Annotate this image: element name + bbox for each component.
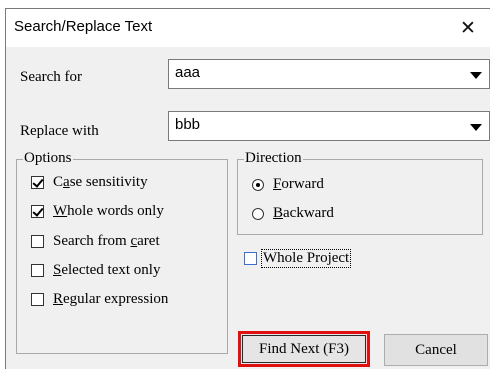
cancel-label: Cancel xyxy=(415,341,457,358)
replace-with-label: Replace with xyxy=(20,123,99,139)
checkbox-icon[interactable] xyxy=(31,264,44,277)
option-case-sensitivity[interactable]: Case sensitivity xyxy=(31,174,148,191)
cancel-button[interactable]: Cancel xyxy=(384,334,488,366)
options-legend: Options xyxy=(23,150,73,167)
direction-forward-label: Forward xyxy=(273,176,324,192)
checkbox-checked-icon[interactable] xyxy=(31,205,44,218)
checkbox-icon[interactable] xyxy=(244,252,257,265)
search-for-combobox[interactable]: aaa xyxy=(168,59,490,89)
direction-backward[interactable]: Backward xyxy=(252,205,334,222)
option-label: Selected text only xyxy=(53,262,161,278)
background-window-strip xyxy=(0,0,490,8)
replace-with-combobox[interactable]: bbb xyxy=(168,111,490,141)
title-bar: Search/Replace Text ✕ xyxy=(6,9,490,47)
find-next-button[interactable]: Find Next (F3) xyxy=(238,331,370,367)
option-label: Regular expression xyxy=(53,291,169,307)
direction-group: Direction xyxy=(237,150,483,235)
option-whole-words-only[interactable]: Whole words only xyxy=(31,203,164,220)
replace-with-value[interactable]: bbb xyxy=(175,116,200,133)
option-search-from-caret[interactable]: Search from caret xyxy=(31,233,160,250)
chevron-down-icon[interactable] xyxy=(470,124,482,131)
checkbox-icon[interactable] xyxy=(31,235,44,248)
option-selected-text-only[interactable]: Selected text only xyxy=(31,262,160,279)
direction-forward[interactable]: Forward xyxy=(252,176,324,193)
checkbox-checked-icon[interactable] xyxy=(31,176,44,189)
radio-selected-icon[interactable] xyxy=(252,178,264,191)
search-replace-dialog: Search/Replace Text ✕ Search for aaa Rep… xyxy=(5,8,490,369)
whole-project-checkbox[interactable]: Whole Project xyxy=(244,249,352,268)
direction-backward-label: Backward xyxy=(273,205,334,221)
option-label: Case sensitivity xyxy=(53,174,148,190)
search-for-label: Search for xyxy=(20,69,83,85)
direction-legend: Direction xyxy=(244,150,303,167)
chevron-down-icon[interactable] xyxy=(470,72,482,79)
radio-icon[interactable] xyxy=(252,207,264,220)
option-label: Search from caret xyxy=(53,233,160,249)
dialog-title: Search/Replace Text xyxy=(14,18,153,35)
option-regular-expression[interactable]: Regular expression xyxy=(31,291,168,308)
find-next-label: Find Next (F3) xyxy=(259,340,349,357)
option-label: Whole words only xyxy=(53,203,164,219)
search-for-value[interactable]: aaa xyxy=(175,64,200,81)
close-icon[interactable]: ✕ xyxy=(446,9,490,47)
whole-project-label: Whole Project xyxy=(261,249,352,268)
checkbox-icon[interactable] xyxy=(31,293,44,306)
